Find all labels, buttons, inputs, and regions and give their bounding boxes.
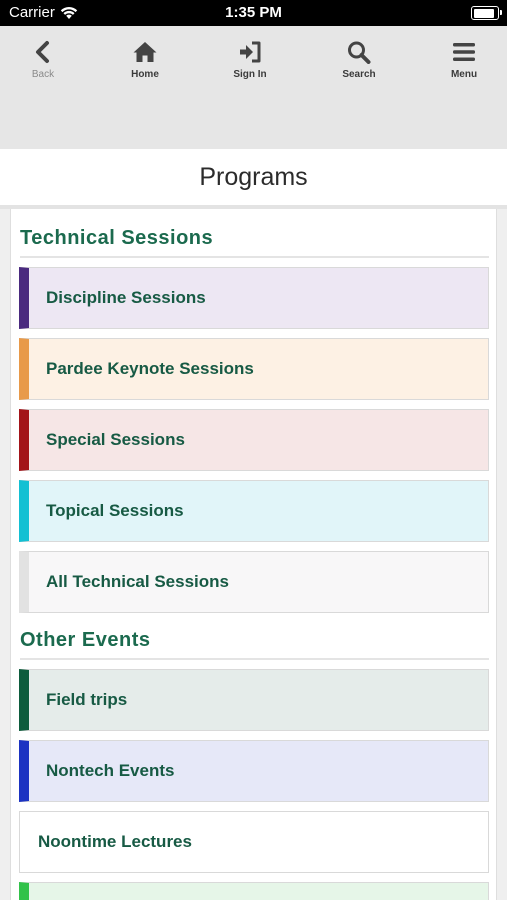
- chevron-left-icon: [36, 41, 49, 63]
- program-item-label: All Technical Sessions: [46, 572, 229, 591]
- page-title-bar: Programs: [0, 149, 507, 209]
- program-item-label: Pardee Keynote Sessions: [46, 359, 254, 378]
- programs-panel: Technical Sessions Discipline Sessions P…: [10, 209, 497, 900]
- search-icon: [348, 41, 371, 64]
- sign-in-icon: [240, 41, 261, 63]
- program-item-pardee-keynote-sessions[interactable]: Pardee Keynote Sessions: [19, 338, 489, 400]
- search-button[interactable]: Search: [324, 40, 394, 80]
- status-bar: Carrier 1:35 PM: [0, 0, 507, 26]
- program-item-special-sessions[interactable]: Special Sessions: [19, 409, 489, 471]
- hamburger-menu-icon: [453, 43, 475, 61]
- home-icon: [133, 42, 157, 62]
- menu-button[interactable]: Menu: [429, 40, 499, 80]
- program-item-nontech-events[interactable]: Nontech Events: [19, 740, 489, 802]
- program-item-noontime-lectures[interactable]: Noontime Lectures: [19, 811, 489, 873]
- back-button[interactable]: Back: [8, 40, 78, 80]
- program-item-label: Noontime Lectures: [38, 832, 192, 851]
- program-item-topical-sessions[interactable]: Topical Sessions: [19, 480, 489, 542]
- menu-label: Menu: [450, 69, 478, 80]
- search-label: Search: [342, 69, 376, 80]
- section-heading-technical-sessions: Technical Sessions: [20, 227, 489, 258]
- sign-in-label: Sign In: [233, 69, 267, 80]
- programs-content[interactable]: Technical Sessions Discipline Sessions P…: [0, 209, 507, 900]
- program-item-discipline-sessions[interactable]: Discipline Sessions: [19, 267, 489, 329]
- page-title: Programs: [199, 163, 308, 191]
- back-label: Back: [31, 69, 55, 80]
- program-item-label: Discipline Sessions: [46, 288, 206, 307]
- program-item-partial[interactable]: [19, 882, 489, 900]
- section-heading-other-events: Other Events: [20, 629, 489, 660]
- program-item-label: Nontech Events: [46, 761, 175, 780]
- home-label: Home: [131, 69, 159, 80]
- sign-in-button[interactable]: Sign In: [215, 40, 285, 80]
- nav-toolbar: Back Home Sign In Search Menu: [0, 26, 507, 149]
- home-button[interactable]: Home: [110, 40, 180, 80]
- program-item-label: Field trips: [46, 690, 128, 709]
- battery-icon: [471, 6, 502, 20]
- program-item-label: Topical Sessions: [46, 501, 184, 520]
- clock: 1:35 PM: [225, 4, 282, 21]
- program-item-field-trips[interactable]: Field trips: [19, 669, 489, 731]
- program-item-label: Special Sessions: [46, 430, 185, 449]
- program-item-all-technical-sessions[interactable]: All Technical Sessions: [19, 551, 489, 613]
